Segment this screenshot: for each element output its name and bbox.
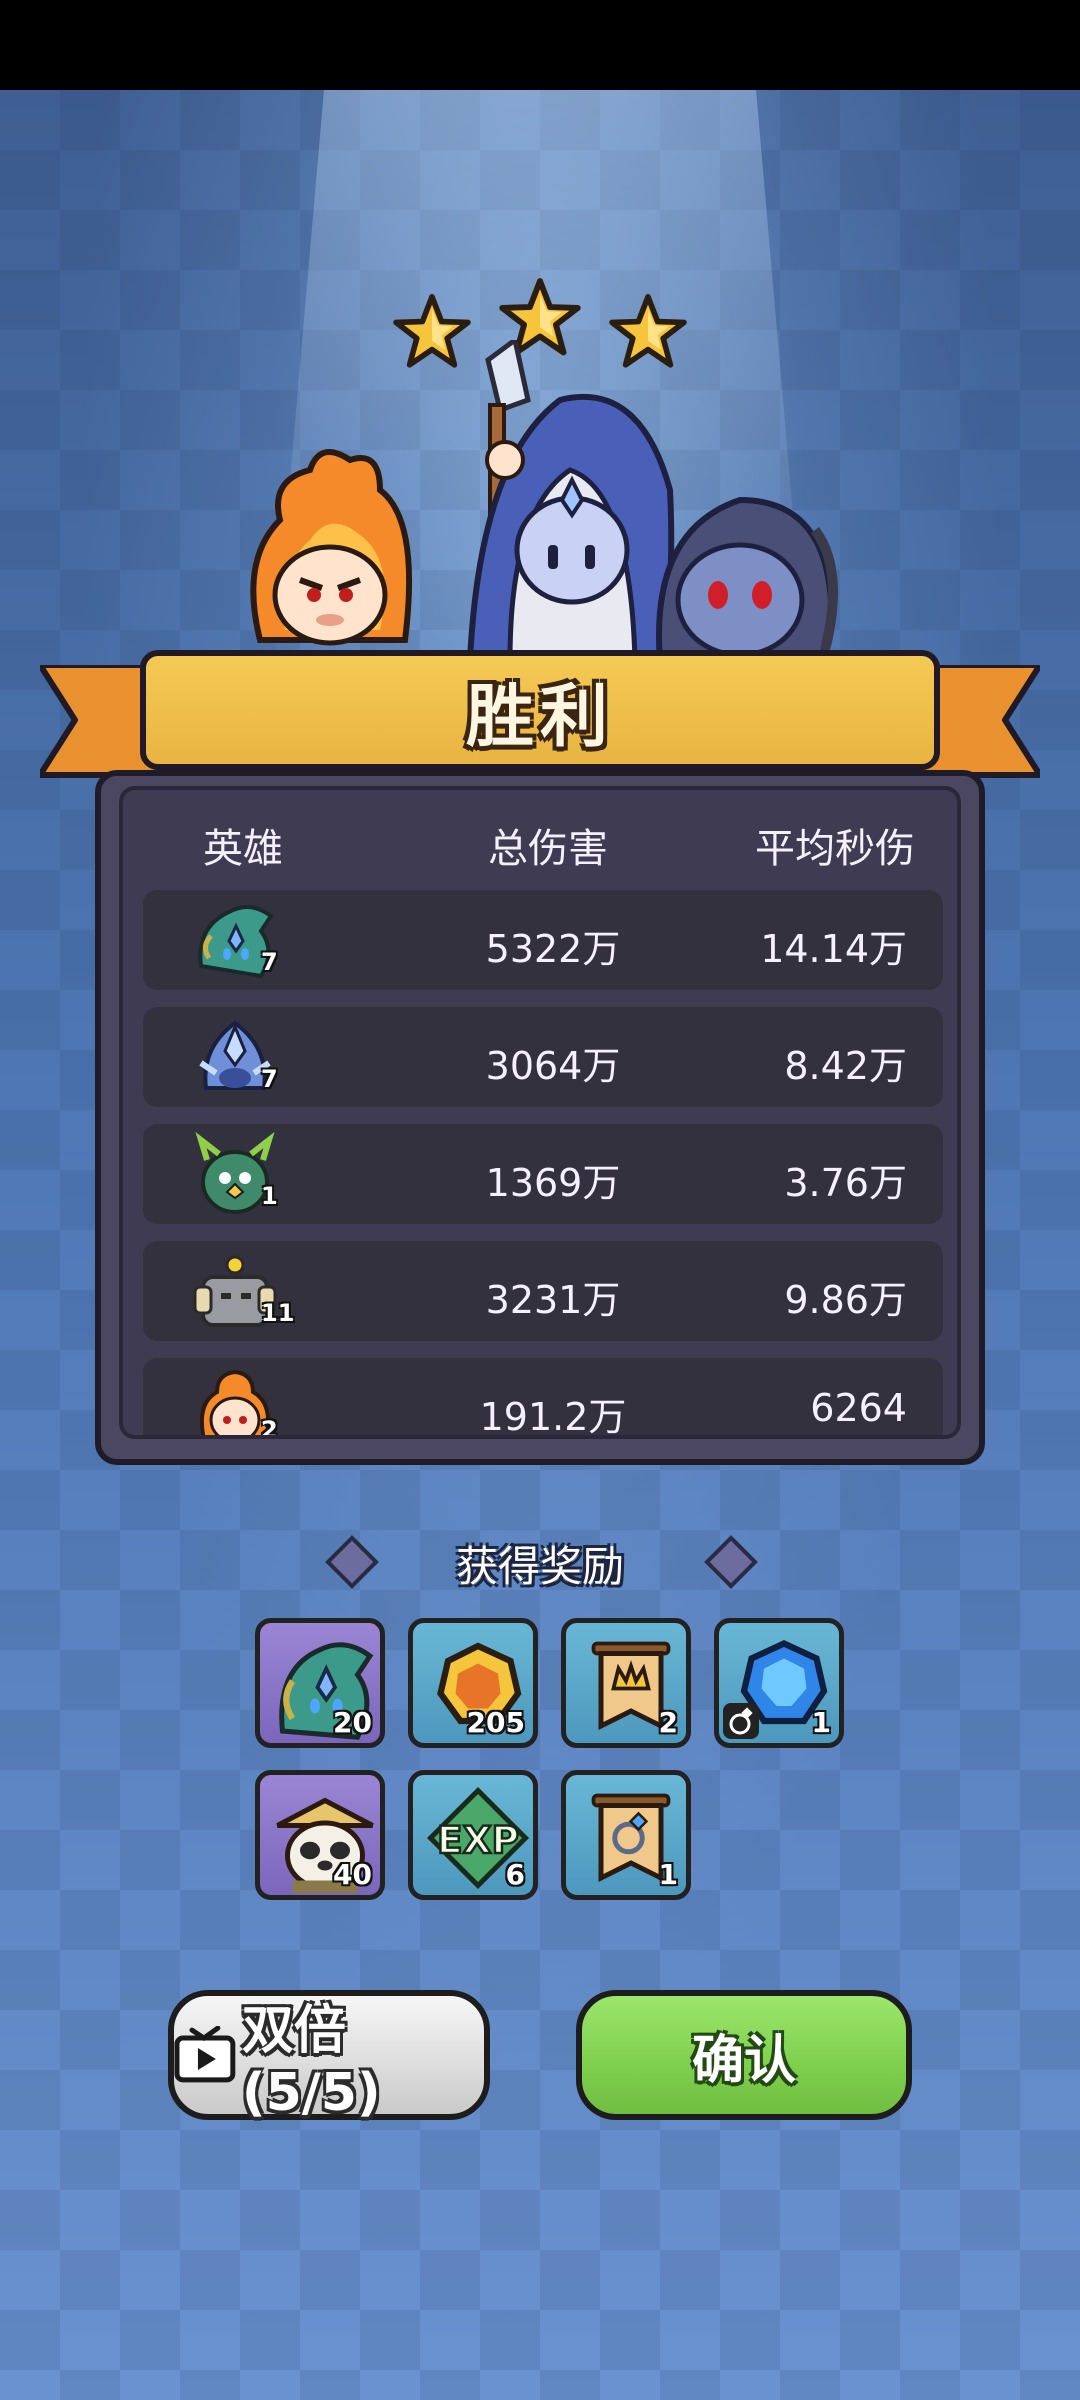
table-row: 7 3064万 8.42万 bbox=[143, 1007, 943, 1107]
reward-item-teal-hero-shard[interactable]: 20 bbox=[255, 1618, 385, 1748]
total-damage-value: 3231万 bbox=[485, 1278, 621, 1322]
battle-stats-table[interactable]: 英雄 总伤害 平均秒伤 7 5322万 14.14万 7 3064万 8.42万… bbox=[119, 786, 961, 1439]
hero-level: 2 bbox=[261, 1416, 278, 1439]
fire-monkey-hero-art bbox=[230, 440, 430, 664]
victory-title: 胜利 bbox=[465, 677, 614, 757]
avg-dps-value: 6264 bbox=[810, 1386, 907, 1430]
svg-text:EXP: EXP bbox=[437, 1818, 519, 1862]
avg-dps-value: 3.76万 bbox=[784, 1161, 907, 1205]
total-damage-value: 191.2万 bbox=[479, 1395, 627, 1439]
table-header: 英雄 总伤害 平均秒伤 bbox=[123, 804, 957, 874]
table-row: 1 1369万 3.76万 bbox=[143, 1124, 943, 1224]
victory-ribbon: 胜利 bbox=[140, 650, 940, 770]
header-avg-dps: 平均秒伤 bbox=[755, 826, 915, 872]
reward-item-panda-hero-shard[interactable]: 40 bbox=[255, 1770, 385, 1900]
rewards-header: 获得奖励 bbox=[0, 1525, 1080, 1595]
item-count: 6 bbox=[505, 1858, 525, 1891]
battle-stats-panel: 英雄 总伤害 平均秒伤 7 5322万 14.14万 7 3064万 8.42万… bbox=[95, 770, 985, 1465]
total-damage-value: 3064万 bbox=[485, 1044, 621, 1088]
ring-badge-icon bbox=[723, 1703, 759, 1739]
hero-level: 1 bbox=[261, 1182, 278, 1210]
rewards-title: 获得奖励 bbox=[455, 1542, 624, 1591]
table-row: 7 5322万 14.14万 bbox=[143, 890, 943, 990]
header-total-damage: 总伤害 bbox=[488, 826, 608, 872]
table-rows: 7 5322万 14.14万 7 3064万 8.42万 1 1369万 3.7… bbox=[143, 890, 943, 1439]
double-reward-button[interactable]: 双倍(5/5) bbox=[168, 1990, 490, 2123]
total-damage-value: 1369万 bbox=[485, 1161, 621, 1205]
reward-item-ring-banner[interactable]: 1 bbox=[561, 1770, 691, 1900]
hero-level: 7 bbox=[261, 1065, 278, 1093]
status-bar bbox=[0, 0, 1080, 90]
avg-dps-value: 14.14万 bbox=[760, 927, 907, 971]
victory-heroes bbox=[220, 335, 860, 663]
double-reward-label: 双倍(5/5) bbox=[241, 2000, 381, 2123]
header-hero: 英雄 bbox=[203, 826, 283, 872]
avg-dps-value: 9.86万 bbox=[784, 1278, 907, 1322]
table-row: 11 3231万 9.86万 bbox=[143, 1241, 943, 1341]
avg-dps-value: 8.42万 bbox=[784, 1044, 907, 1088]
item-count: 1 bbox=[811, 1706, 831, 1739]
reward-item-crown-banner[interactable]: 2 bbox=[561, 1618, 691, 1748]
tv-video-icon bbox=[174, 2026, 236, 2083]
item-count: 205 bbox=[466, 1706, 525, 1739]
reward-item-gold-coin[interactable]: 205 bbox=[408, 1618, 538, 1748]
hero-level: 11 bbox=[261, 1299, 295, 1327]
reward-item-blue-gem[interactable]: 1 bbox=[714, 1618, 844, 1748]
confirm-button[interactable]: 确认 bbox=[576, 1990, 912, 2120]
table-row: 2 191.2万 6264 bbox=[143, 1358, 943, 1439]
confirm-label: 确认 bbox=[691, 2030, 796, 2091]
total-damage-value: 5322万 bbox=[485, 927, 621, 971]
item-count: 40 bbox=[333, 1858, 372, 1891]
item-count: 2 bbox=[658, 1706, 678, 1739]
hero-level: 7 bbox=[261, 948, 278, 976]
dark-elf-hero-art bbox=[640, 460, 850, 664]
item-count: 1 bbox=[658, 1858, 678, 1891]
item-count: 20 bbox=[333, 1706, 372, 1739]
reward-item-exp-token[interactable]: EXP 6 bbox=[408, 1770, 538, 1900]
